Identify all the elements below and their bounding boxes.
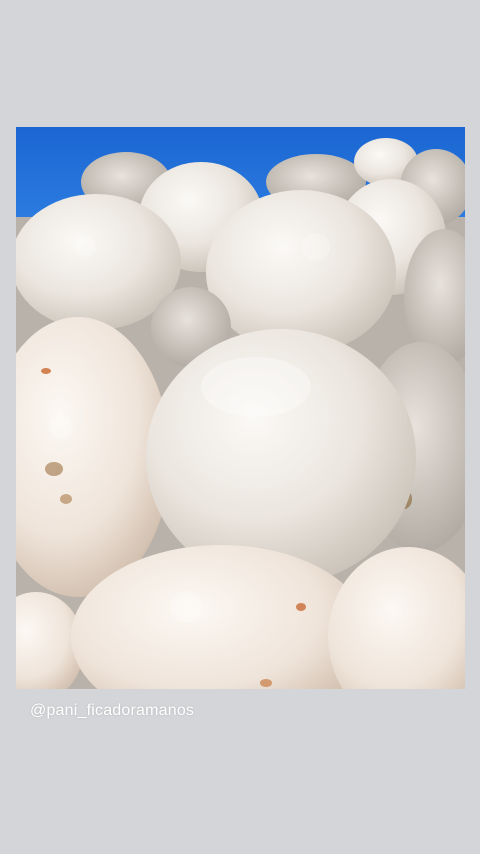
- story-photo: [16, 127, 465, 689]
- cheese-bread-photo: [16, 127, 465, 689]
- story-view: @pani_ficadoramanos: [0, 0, 480, 854]
- username-caption[interactable]: @pani_ficadoramanos: [30, 702, 194, 720]
